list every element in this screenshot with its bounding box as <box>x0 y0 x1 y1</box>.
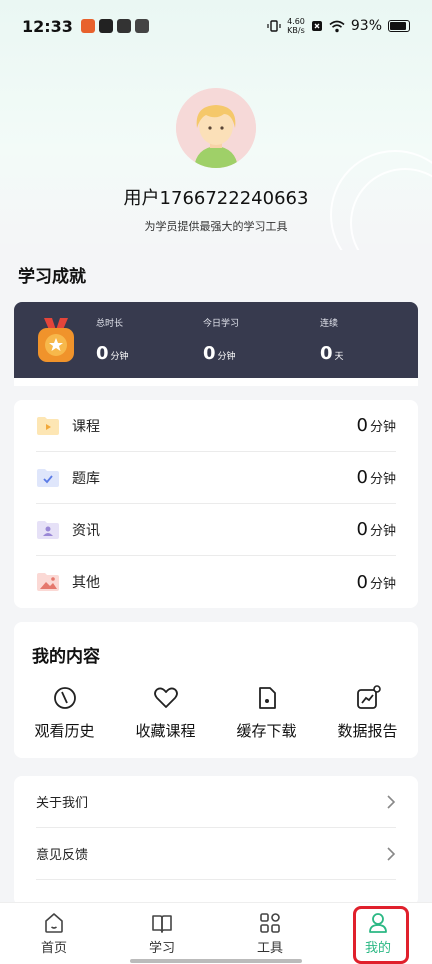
image-folder-icon <box>37 573 59 591</box>
app-notification-icon <box>134 19 149 33</box>
app-notification-icon <box>98 19 113 33</box>
list-item-course[interactable]: 课程 0 分钟 <box>36 400 396 452</box>
no-sim-icon <box>311 21 322 31</box>
list-item-other[interactable]: 其他 0 分钟 <box>36 556 396 608</box>
cache-download-button[interactable]: 缓存下载 <box>216 684 317 741</box>
wifi-icon <box>329 20 345 32</box>
my-content-card: 我的内容 观看历史 收藏课程 缓存下载 数据报告 <box>14 622 418 758</box>
check-folder-icon <box>37 468 59 487</box>
summary-card-footer <box>14 378 418 386</box>
list-item-question-bank[interactable]: 题库 0 分钟 <box>36 452 396 504</box>
video-folder-icon <box>37 416 59 435</box>
list-item-news[interactable]: 资讯 0 分钟 <box>36 504 396 556</box>
chart-icon <box>356 685 381 709</box>
grid-icon <box>260 913 280 933</box>
active-tab-highlight <box>353 906 409 964</box>
home-icon <box>45 913 63 933</box>
favorite-courses-button[interactable]: 收藏课程 <box>115 684 216 741</box>
battery-percent: 93% <box>350 18 382 34</box>
my-content-title: 我的内容 <box>32 647 100 667</box>
tab-home[interactable]: 首页 <box>0 903 108 964</box>
app-notification-icon <box>80 19 95 33</box>
download-icon <box>258 687 276 709</box>
feedback-item[interactable]: 意见反馈 <box>36 828 396 880</box>
settings-list: 关于我们 意见反馈 <box>14 776 418 906</box>
app-notification-icon <box>116 19 131 33</box>
status-time: 12:33 <box>22 16 73 36</box>
watch-history-button[interactable]: 观看历史 <box>14 684 115 741</box>
chevron-right-icon <box>387 846 396 861</box>
profile-section: 用户17667222406​63 为学员提供最强大的学习工具 <box>0 88 432 234</box>
slogan: 为学员提供最强大的学习工具 <box>144 220 288 233</box>
home-indicator <box>130 959 302 963</box>
study-breakdown-list: 课程 0 分钟 题库 0 分钟 资讯 0 分钟 其他 0 分钟 <box>14 400 418 608</box>
data-report-button[interactable]: 数据报告 <box>317 684 418 741</box>
avatar-illustration <box>176 88 256 168</box>
book-icon <box>152 915 172 933</box>
net-speed: 4.60 KB/s <box>287 17 305 35</box>
username: 用户17667222406​63 <box>123 188 309 209</box>
status-bar: 12:33 4.60 KB/s 93% <box>0 0 432 52</box>
battery-icon <box>388 20 410 32</box>
vibrate-icon <box>267 20 281 32</box>
heart-icon <box>153 687 178 708</box>
stat-streak: 连续 0天 <box>320 319 344 364</box>
achievement-summary-card: 总时长 0 分钟 今日学习 0 分钟 连续 0天 <box>14 302 418 378</box>
about-us-item[interactable]: 关于我们 <box>36 776 396 828</box>
tab-study[interactable]: 学习 <box>108 903 216 964</box>
avatar[interactable] <box>176 88 256 168</box>
stat-today-study: 今日学习 0 分钟 <box>203 319 240 364</box>
person-folder-icon <box>37 520 59 539</box>
medal-icon <box>38 318 74 362</box>
stat-total-duration: 总时长 0 分钟 <box>96 319 129 364</box>
tab-tools[interactable]: 工具 <box>216 903 324 964</box>
chevron-right-icon <box>387 794 396 809</box>
history-icon <box>53 687 76 709</box>
achievements-title: 学习成就 <box>18 267 86 287</box>
